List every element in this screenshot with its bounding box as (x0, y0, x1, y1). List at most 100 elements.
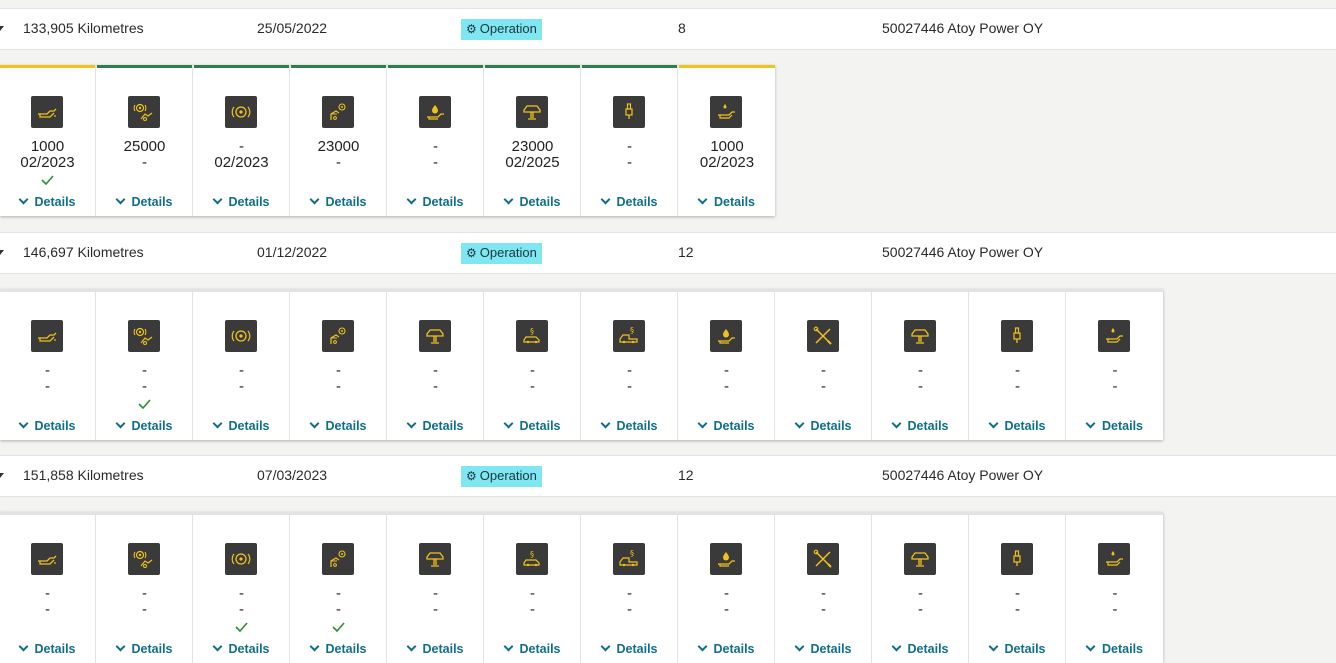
maintenance-item-tile: 25000- Details (97, 65, 193, 216)
details-toggle[interactable]: Details (97, 641, 192, 656)
maintenance-item-tile: - - Details (873, 289, 969, 440)
details-toggle[interactable]: Details (582, 641, 677, 656)
details-toggle[interactable]: Details (970, 641, 1065, 656)
checkmark-icon (485, 620, 580, 634)
details-toggle[interactable]: Details (97, 418, 192, 433)
status-strip (0, 512, 95, 515)
interval-value: - (627, 138, 632, 155)
chevron-down-icon (309, 641, 319, 652)
interval-value: - (724, 362, 729, 379)
details-toggle[interactable]: Details (582, 194, 677, 209)
details-toggle[interactable]: Details (388, 194, 483, 209)
due-date-value: 02/2023 (20, 154, 75, 171)
car-lift-icon (904, 543, 936, 575)
inspection-pickup-icon: § (613, 543, 645, 575)
inspection-pickup-icon: § (613, 320, 645, 352)
status-strip (291, 512, 386, 515)
details-label: Details (714, 195, 755, 209)
operation-badge: ⚙ Operation (461, 466, 542, 487)
maintenance-item-tile: 1000 02/2023 Details (679, 65, 775, 216)
details-toggle[interactable]: Details (194, 194, 289, 209)
chevron-down-icon (18, 418, 28, 429)
details-toggle[interactable]: Details (485, 194, 580, 209)
gear-icon: ⚙ (466, 22, 477, 36)
expand-caret-icon[interactable] (0, 473, 4, 478)
chevron-down-icon (794, 641, 804, 652)
interval-value: - (433, 362, 438, 379)
details-toggle[interactable]: Details (291, 194, 386, 209)
due-date-value: - (1015, 378, 1020, 395)
details-toggle[interactable]: Details (1067, 418, 1163, 433)
svg-text:§: § (530, 550, 534, 559)
chevron-down-icon (309, 418, 319, 429)
details-toggle[interactable]: Details (388, 418, 483, 433)
checkmark-icon (485, 173, 580, 187)
details-toggle[interactable]: Details (485, 641, 580, 656)
service-record-row[interactable]: 146,697 Kilometres 01/12/2022 ⚙ Operation 12… (0, 232, 1336, 274)
due-date-value: - (530, 378, 535, 395)
details-toggle[interactable]: Details (679, 641, 774, 656)
details-toggle[interactable]: Details (873, 418, 968, 433)
interval-value: - (433, 138, 438, 155)
details-label: Details (228, 195, 270, 209)
maintenance-item-tile: § - - Details (485, 289, 581, 440)
checkmark-icon (970, 620, 1065, 634)
details-toggle[interactable]: Details (679, 194, 775, 209)
status-strip (485, 289, 580, 292)
svg-text:§: § (630, 549, 634, 558)
status-strip (97, 512, 192, 515)
details-toggle[interactable]: Details (291, 641, 386, 656)
car-lift-icon (419, 543, 451, 575)
expand-caret-icon[interactable] (0, 250, 4, 255)
inspection-car-icon: § (516, 543, 548, 575)
details-toggle[interactable]: Details (485, 418, 580, 433)
details-toggle[interactable]: Details (388, 641, 483, 656)
oil-drop-icon (710, 320, 742, 352)
details-toggle[interactable]: Details (194, 418, 289, 433)
details-toggle[interactable]: Details (0, 194, 95, 209)
due-date-value: - (918, 378, 923, 395)
details-label: Details (34, 419, 76, 433)
details-toggle[interactable]: Details (1067, 641, 1163, 656)
interval-value: - (1112, 362, 1118, 379)
brake-fluid-icon (322, 320, 354, 352)
mileage-cell: 151,858 Kilometres (23, 467, 144, 483)
details-toggle[interactable]: Details (97, 194, 192, 209)
checkmark-icon (582, 397, 677, 411)
details-toggle[interactable]: Details (194, 641, 289, 656)
status-strip (388, 289, 483, 292)
details-toggle[interactable]: Details (679, 418, 774, 433)
maintenance-item-tile: - - Details (582, 65, 678, 216)
service-record-row[interactable]: 133,905 Kilometres 25/05/2022 ⚙ Operation 8 5… (0, 8, 1336, 50)
chevron-down-icon (891, 418, 901, 429)
details-toggle[interactable]: Details (291, 418, 386, 433)
checkmark-icon (388, 620, 483, 634)
spark-plug-icon (1001, 543, 1033, 575)
chevron-down-icon (212, 641, 222, 652)
details-label: Details (713, 642, 755, 656)
details-toggle[interactable]: Details (970, 418, 1065, 433)
chevron-down-icon (503, 418, 513, 429)
service-record-row[interactable]: 151,858 Kilometres 07/03/2023 ⚙ Operation 12… (0, 455, 1336, 497)
brake-disc-icon (225, 96, 257, 128)
maintenance-items-panel: - - Details - - Details - - Details - - Details - - De… (0, 289, 1163, 440)
details-toggle[interactable]: Details (873, 641, 968, 656)
details-toggle[interactable]: Details (0, 418, 95, 433)
expand-caret-icon[interactable] (0, 26, 4, 31)
status-strip (582, 65, 677, 68)
details-toggle[interactable]: Details (0, 641, 95, 656)
due-date-value: - (142, 378, 147, 395)
due-date-value: - (627, 154, 632, 171)
chevron-down-icon (988, 641, 998, 652)
details-toggle[interactable]: Details (776, 418, 871, 433)
interval-value: 1000 (30, 138, 65, 155)
details-label: Details (422, 419, 464, 433)
details-label: Details (131, 195, 173, 209)
details-toggle[interactable]: Details (776, 641, 871, 656)
maintenance-item-tile: - - Details (873, 512, 969, 663)
details-label: Details (616, 195, 658, 209)
maintenance-item-tile: § - - Details (582, 289, 678, 440)
status-strip (776, 512, 871, 515)
details-toggle[interactable]: Details (582, 418, 677, 433)
details-label: Details (422, 642, 464, 656)
